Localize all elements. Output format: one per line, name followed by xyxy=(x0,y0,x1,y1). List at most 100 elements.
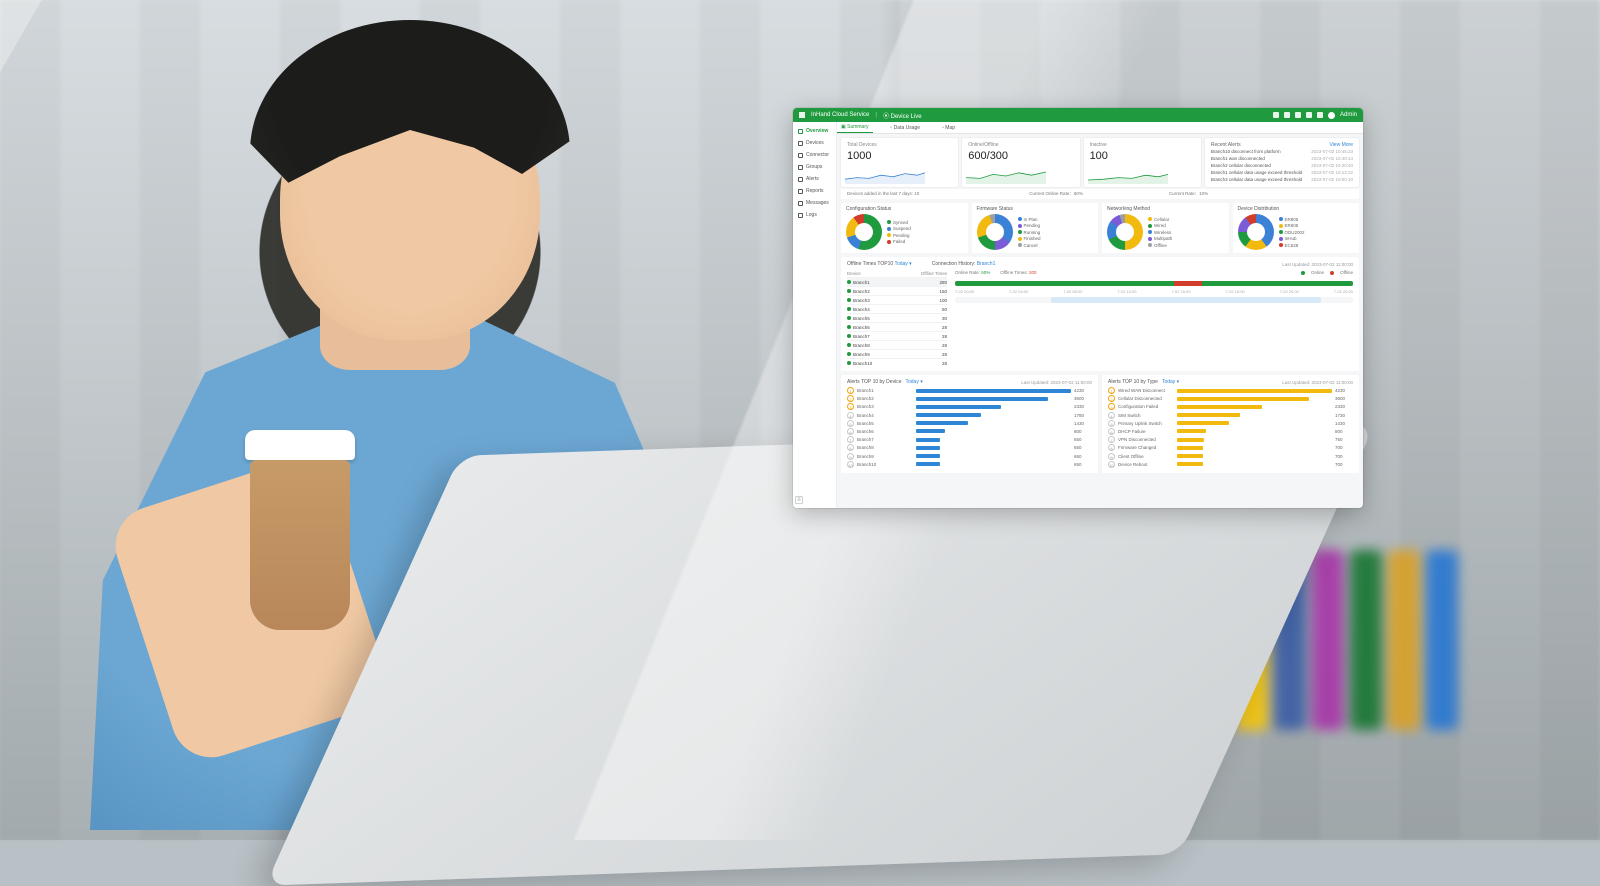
donut-chart xyxy=(1107,214,1143,250)
product-badge: ⦿ Device Live xyxy=(883,111,922,120)
stat-online-offline: Online/Offline 600/300 xyxy=(962,138,1079,187)
sidebar-item-connector[interactable]: Connector xyxy=(793,149,836,161)
sparkline-inactive xyxy=(1088,168,1168,184)
settings-icon[interactable] xyxy=(1317,112,1323,118)
chat-icon[interactable] xyxy=(1295,112,1301,118)
bar-row: 10Device Reboot700 xyxy=(1108,461,1353,468)
by-type-period-dropdown[interactable]: Today ▾ xyxy=(1162,379,1179,385)
bar-row: 9Branch9650 xyxy=(847,453,1092,460)
connection-title: Connection History xyxy=(932,261,974,267)
home-icon[interactable] xyxy=(1273,112,1279,118)
donut-configuration-status: Configuration StatusSyncedSuspendPending… xyxy=(841,203,968,253)
rank-badge: 2 xyxy=(1108,395,1115,402)
legend-item: In Plan xyxy=(1018,217,1041,222)
offline-row[interactable]: Branch728 xyxy=(847,331,947,340)
bar-row: 5Primary Uplink Switch1430 xyxy=(1108,420,1353,427)
brand: InHand Cloud Service xyxy=(811,112,869,118)
tabbar: ▣ Summary ▫ Data Usage ▫ Map xyxy=(793,122,1363,134)
sidebar-item-reports[interactable]: Reports xyxy=(793,185,836,197)
offline-row[interactable]: Branch3100 xyxy=(847,295,947,304)
sidebar: OverviewDevicesConnectorGroupsAlertsRepo… xyxy=(793,122,837,508)
offline-row[interactable]: Branch450 xyxy=(847,304,947,313)
bar-row: 2Cellular Disconnected3600 xyxy=(1108,395,1353,402)
offline-row[interactable]: Branch828 xyxy=(847,340,947,349)
legend-item: Synced xyxy=(887,220,911,225)
offline-row[interactable]: Branch1280 xyxy=(847,277,947,286)
tab-data-usage[interactable]: ▫ Data Usage xyxy=(887,123,925,133)
bar-row: 2Branch23600 xyxy=(847,395,1092,402)
nav-icon xyxy=(798,189,803,194)
legend-item: Wireless xyxy=(1148,230,1172,235)
legend-item: ODU2002 xyxy=(1279,230,1305,235)
dashboard-window: InHand Cloud Service | ⦿ Device Live Adm… xyxy=(793,108,1363,508)
sparkline-total xyxy=(845,168,925,184)
apps-icon[interactable] xyxy=(799,112,805,118)
rank-badge: 1 xyxy=(847,387,854,394)
sidebar-item-devices[interactable]: Devices xyxy=(793,137,836,149)
stat-inactive: Inactive 100 xyxy=(1084,138,1201,187)
rank-badge: 3 xyxy=(1108,403,1115,410)
legend-item: ER805 xyxy=(1279,217,1305,222)
legend-item: InHub xyxy=(1279,236,1305,241)
rank-badge: 5 xyxy=(1108,420,1115,427)
rank-badge: 9 xyxy=(1108,453,1115,460)
bar-row: 7VPN Disconnected750 xyxy=(1108,436,1353,443)
donut-chart xyxy=(1238,214,1274,250)
sparkline-online xyxy=(966,168,1046,184)
alert-row[interactable]: Branch3 cellular data usage exceed thres… xyxy=(1211,176,1353,183)
tab-map[interactable]: ▫ Map xyxy=(938,123,959,133)
offline-connection-card: Offline Times TOP10 Today ▾ Connection H… xyxy=(841,257,1359,371)
donut-device-distribution: Device DistributionER805ER605ODU2002InHu… xyxy=(1233,203,1360,253)
offline-row[interactable]: Branch928 xyxy=(847,349,947,358)
bar-row: 4Branch41780 xyxy=(847,412,1092,419)
bar-row: 5Branch51430 xyxy=(847,420,1092,427)
rank-badge: 10 xyxy=(847,461,854,468)
sidebar-item-overview[interactable]: Overview xyxy=(793,125,836,137)
rank-badge: 4 xyxy=(1108,412,1115,419)
nav-icon xyxy=(798,141,803,146)
recent-alerts: Recent Alerts View More Branch10 disconne… xyxy=(1205,138,1359,187)
legend-item: Wired xyxy=(1148,223,1172,228)
rank-badge: 6 xyxy=(847,428,854,435)
sidebar-item-messages[interactable]: Messages xyxy=(793,197,836,209)
alerts-by-type-card: Alerts TOP 10 by Type Today ▾Last Update… xyxy=(1102,375,1359,473)
nav-icon xyxy=(798,201,803,206)
offline-period-dropdown[interactable]: Today ▾ xyxy=(894,261,911,267)
rank-badge: 8 xyxy=(1108,444,1115,451)
legend-item: ER605 xyxy=(1279,223,1305,228)
rank-badge: 10 xyxy=(1108,461,1115,468)
legend-item: Cellular xyxy=(1148,217,1172,222)
donut-chart xyxy=(977,214,1013,250)
by-device-period-dropdown[interactable]: Today ▾ xyxy=(905,379,922,385)
offline-title: Offline Times TOP10 xyxy=(847,261,893,267)
doc-icon[interactable] xyxy=(1284,112,1290,118)
rank-badge: 7 xyxy=(1108,436,1115,443)
alert-row[interactable]: Branch1 wan disconnected2023-07-02 10:40… xyxy=(1211,155,1353,162)
help-icon[interactable] xyxy=(1306,112,1312,118)
user-label[interactable]: Admin xyxy=(1340,112,1357,118)
bar-row: 4SIM Switch1730 xyxy=(1108,412,1353,419)
sidebar-item-alerts[interactable]: Alerts xyxy=(793,173,836,185)
offline-row[interactable]: Branch2150 xyxy=(847,286,947,295)
bar-row: 1Wired WAN Disconnect4230 xyxy=(1108,387,1353,394)
sidebar-item-logs[interactable]: Logs xyxy=(793,209,836,221)
legend-item: Multipath xyxy=(1148,236,1172,241)
view-more-link[interactable]: View More xyxy=(1329,142,1353,148)
offline-row[interactable]: Branch628 xyxy=(847,322,947,331)
bar-row: 8Branch8650 xyxy=(847,444,1092,451)
tab-summary[interactable]: ▣ Summary xyxy=(837,122,873,133)
legend-item: Failed xyxy=(887,239,911,244)
offline-row[interactable]: Branch530 xyxy=(847,313,947,322)
rank-badge: 2 xyxy=(847,395,854,402)
timeline-range-slider[interactable] xyxy=(955,297,1353,303)
collapse-sidebar-button[interactable]: ≡ xyxy=(795,496,803,504)
offline-row[interactable]: Branch1028 xyxy=(847,358,947,367)
avatar[interactable] xyxy=(1328,112,1335,119)
alert-row[interactable]: Branch10 disconnect from platform2023-07… xyxy=(1211,148,1353,155)
donut-networking-method: Networking MethodCellularWiredWirelessMu… xyxy=(1102,203,1229,253)
rank-badge: 1 xyxy=(1108,387,1115,394)
alert-row[interactable]: Branch2 cellular disconnected2023-07-02 … xyxy=(1211,162,1353,169)
recent-alerts-title: Recent Alerts xyxy=(1211,142,1241,148)
alert-row[interactable]: Branch1 cellular data usage exceed thres… xyxy=(1211,169,1353,176)
sidebar-item-groups[interactable]: Groups xyxy=(793,161,836,173)
